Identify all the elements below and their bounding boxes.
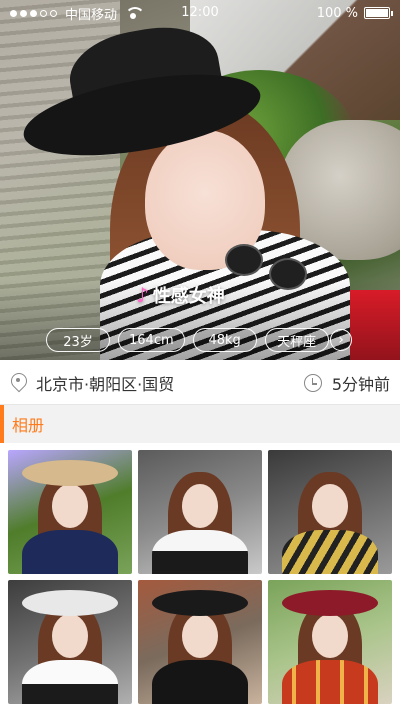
- chevron-right-icon[interactable]: ›: [330, 329, 352, 351]
- clock-icon: [303, 374, 322, 392]
- last-active-text: 5分钟前: [331, 375, 390, 394]
- tag-height: 164cm: [118, 328, 185, 352]
- music-note-icon: ♪: [136, 283, 149, 307]
- profile-caption: ♪ 性感女神: [136, 282, 225, 308]
- accent-bar: [0, 405, 4, 443]
- tag-weight: 48kg: [192, 328, 257, 352]
- tag-age: 23岁: [46, 328, 110, 352]
- album-title: 相册: [12, 416, 45, 435]
- profile-tags: 23岁 164cm 48kg 天秤座: [46, 328, 329, 352]
- album-header: 相册: [0, 405, 400, 443]
- caption-text: 性感女神: [152, 286, 225, 307]
- clock-time: 12:00: [181, 5, 219, 20]
- album-photo-6[interactable]: [268, 580, 392, 704]
- status-bar: 中国移动 12:00 100 %: [0, 0, 400, 26]
- album-photo-4[interactable]: [8, 580, 132, 704]
- album-photo-3[interactable]: [268, 450, 392, 574]
- location-text: 北京市·朝阳区·国贸: [36, 375, 175, 394]
- album-photo-1[interactable]: [8, 450, 132, 574]
- album-photo-2[interactable]: [138, 450, 262, 574]
- album-grid: [8, 450, 392, 710]
- location-time-row: 北京市·朝阳区·国贸 5分钟前: [0, 362, 400, 404]
- tag-zodiac: 天秤座: [264, 328, 329, 352]
- location-pin-icon: [10, 373, 26, 393]
- battery-icon: [364, 7, 393, 19]
- album-photo-5[interactable]: [138, 580, 262, 704]
